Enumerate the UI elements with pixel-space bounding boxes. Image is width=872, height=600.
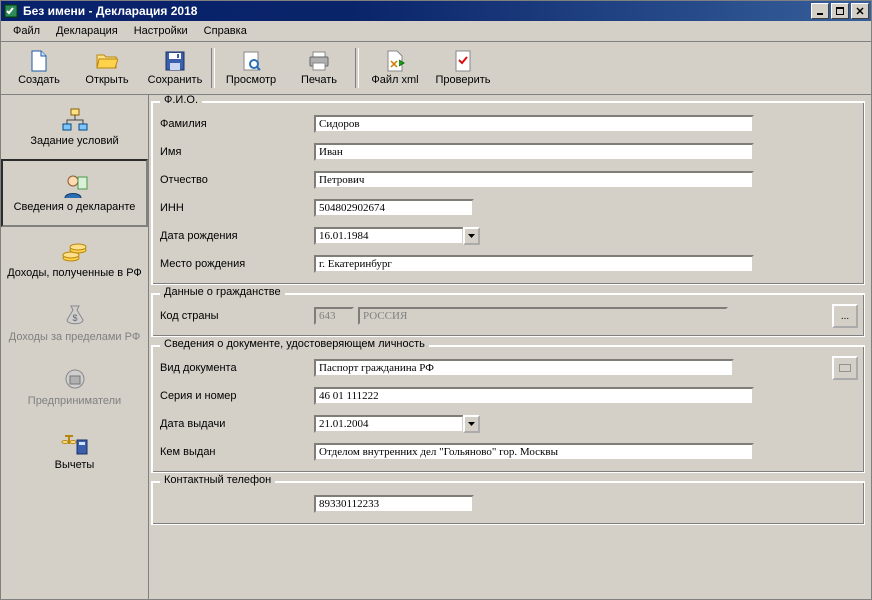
country-code-input	[314, 307, 354, 325]
toolbar-save-label: Сохранить	[148, 74, 203, 86]
toolbar-create[interactable]: Создать	[5, 45, 73, 91]
toolbar-separator	[211, 48, 215, 88]
sidebar-item-income-rf[interactable]: Доходы, полученные в РФ	[1, 227, 148, 291]
scales-calc-icon	[61, 431, 89, 457]
group-iddoc-title: Сведения о документе, удостоверяющем лич…	[160, 338, 429, 350]
group-phone: Контактный телефон	[151, 481, 865, 525]
phone-input[interactable]	[314, 495, 474, 513]
chevron-down-icon[interactable]	[463, 227, 480, 245]
sidebar-label-income-abroad: Доходы за пределами РФ	[9, 331, 140, 343]
sidebar-item-conditions[interactable]: Задание условий	[1, 95, 148, 159]
toolbar-open-label: Открыть	[85, 74, 128, 86]
sidebar: Задание условий Сведения о декларанте До…	[1, 95, 149, 599]
name-input[interactable]	[314, 143, 754, 161]
check-icon	[452, 50, 474, 72]
dob-label: Дата рождения	[158, 230, 310, 242]
sidebar-label-income-rf: Доходы, полученные в РФ	[7, 267, 142, 279]
doc-series-input[interactable]	[314, 387, 754, 405]
menubar: Файл Декларация Настройки Справка	[1, 21, 871, 42]
app-icon	[3, 3, 19, 19]
menu-settings[interactable]: Настройки	[126, 23, 196, 39]
new-file-icon	[28, 50, 50, 72]
menu-file[interactable]: Файл	[5, 23, 48, 39]
briefcase-icon	[61, 367, 89, 393]
inn-input[interactable]	[314, 199, 474, 217]
toolbar-separator	[355, 48, 359, 88]
surname-input[interactable]	[314, 115, 754, 133]
dob-combo[interactable]	[314, 227, 480, 245]
sidebar-label-deductions: Вычеты	[55, 459, 95, 471]
moneybag-icon: $	[61, 303, 89, 329]
close-button[interactable]	[851, 3, 869, 19]
surname-label: Фамилия	[158, 118, 310, 130]
window-title: Без имени - Декларация 2018	[23, 4, 811, 18]
toolbar-preview[interactable]: Просмотр	[217, 45, 285, 91]
preview-icon	[240, 50, 262, 72]
sidebar-label-entrepreneurs: Предприниматели	[28, 395, 121, 407]
person-icon	[61, 173, 89, 199]
xml-file-icon	[384, 50, 406, 72]
toolbar-xml-label: Файл xml	[371, 74, 418, 86]
toolbar-open[interactable]: Открыть	[73, 45, 141, 91]
group-fio: Ф.И.О. Фамилия Имя Отчество ИНН	[151, 101, 865, 285]
chevron-down-icon[interactable]	[463, 415, 480, 433]
menu-declaration[interactable]: Декларация	[48, 23, 126, 39]
app-window: Без имени - Декларация 2018 Файл Деклара…	[0, 0, 872, 600]
toolbar: Создать Открыть Сохранить Просмотр Печат…	[1, 42, 871, 95]
titlebar: Без имени - Декларация 2018	[1, 1, 871, 21]
doc-issuedate-combo[interactable]	[314, 415, 480, 433]
window-controls	[811, 3, 869, 19]
patronymic-label: Отчество	[158, 174, 310, 186]
print-icon	[308, 50, 330, 72]
toolbar-check-label: Проверить	[435, 74, 490, 86]
doc-series-label: Серия и номер	[158, 390, 310, 402]
country-code-label: Код страны	[158, 310, 310, 322]
ellipsis-icon	[839, 364, 851, 372]
doc-issuedate-input[interactable]	[314, 415, 464, 433]
pob-input[interactable]	[314, 255, 754, 273]
folder-open-icon	[96, 50, 118, 72]
toolbar-print-label: Печать	[301, 74, 337, 86]
svg-text:$: $	[72, 313, 77, 323]
toolbar-preview-label: Просмотр	[226, 74, 276, 86]
doc-issuedby-label: Кем выдан	[158, 446, 310, 458]
toolbar-xml[interactable]: Файл xml	[361, 45, 429, 91]
content-panel: Ф.И.О. Фамилия Имя Отчество ИНН	[149, 95, 871, 599]
toolbar-create-label: Создать	[18, 74, 60, 86]
country-browse-button[interactable]: ...	[832, 304, 858, 328]
group-phone-title: Контактный телефон	[160, 474, 275, 486]
group-fio-title: Ф.И.О.	[160, 95, 202, 106]
group-citizenship: Данные о гражданстве Код страны ...	[151, 293, 865, 337]
sidebar-label-conditions: Задание условий	[30, 135, 118, 147]
pob-label: Место рождения	[158, 258, 310, 270]
sidebar-item-income-abroad[interactable]: $ Доходы за пределами РФ	[1, 291, 148, 355]
patronymic-input[interactable]	[314, 171, 754, 189]
toolbar-print[interactable]: Печать	[285, 45, 353, 91]
sidebar-item-deductions[interactable]: Вычеты	[1, 419, 148, 483]
minimize-button[interactable]	[811, 3, 829, 19]
name-label: Имя	[158, 146, 310, 158]
sidebar-item-declarant[interactable]: Сведения о декларанте	[1, 159, 148, 227]
toolbar-check[interactable]: Проверить	[429, 45, 497, 91]
toolbar-save[interactable]: Сохранить	[141, 45, 209, 91]
maximize-button[interactable]	[831, 3, 849, 19]
menu-help[interactable]: Справка	[196, 23, 255, 39]
save-icon	[164, 50, 186, 72]
doc-issuedby-input[interactable]	[314, 443, 754, 461]
main-area: Задание условий Сведения о декларанте До…	[1, 95, 871, 599]
doc-type-input[interactable]	[314, 359, 734, 377]
doc-type-label: Вид документа	[158, 362, 310, 374]
group-iddoc: Сведения о документе, удостоверяющем лич…	[151, 345, 865, 473]
dob-input[interactable]	[314, 227, 464, 245]
org-chart-icon	[61, 107, 89, 133]
sidebar-item-entrepreneurs[interactable]: Предприниматели	[1, 355, 148, 419]
sidebar-label-declarant: Сведения о декларанте	[14, 201, 136, 213]
doc-type-browse-button[interactable]	[832, 356, 858, 380]
inn-label: ИНН	[158, 202, 310, 214]
coins-icon	[61, 239, 89, 265]
doc-issuedate-label: Дата выдачи	[158, 418, 310, 430]
group-citizenship-title: Данные о гражданстве	[160, 286, 285, 298]
country-name-input	[358, 307, 728, 325]
